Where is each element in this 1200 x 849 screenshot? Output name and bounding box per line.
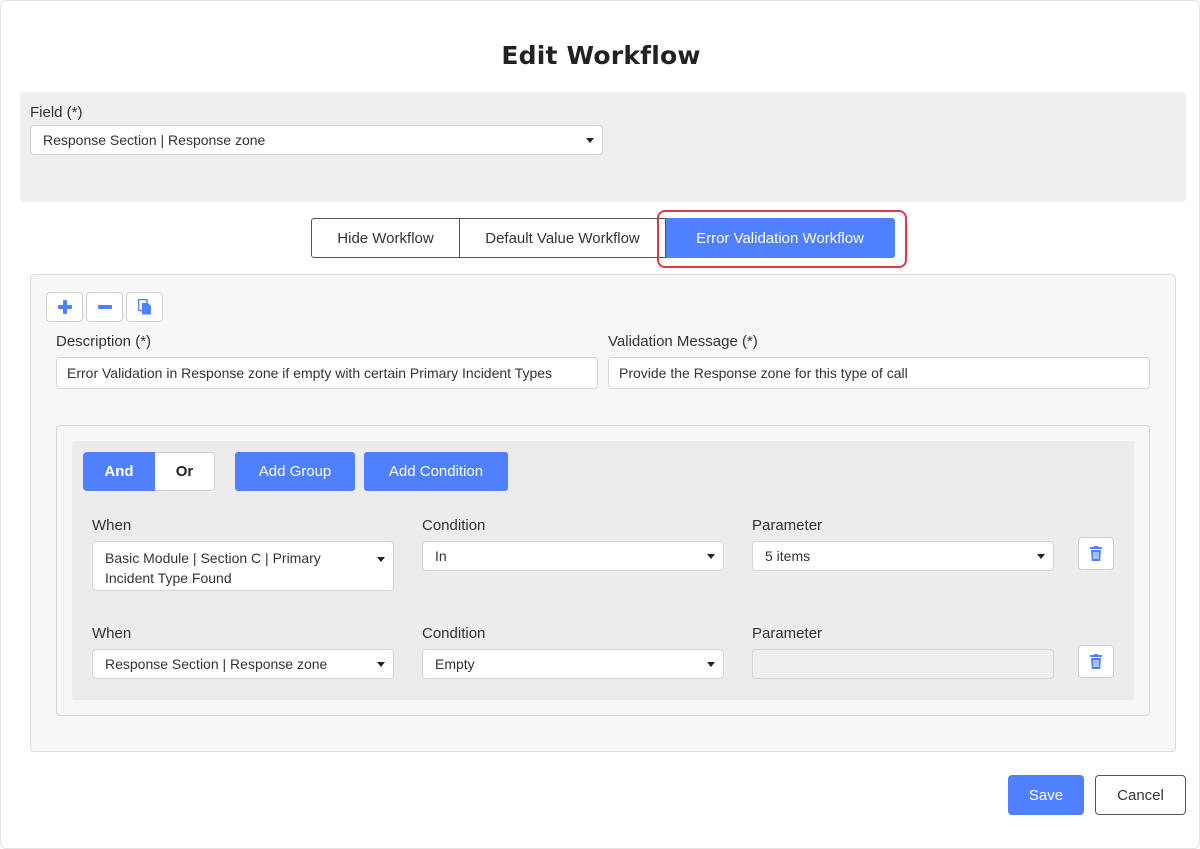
when-select-value: Response Section | Response zone <box>105 656 328 672</box>
trash-icon <box>1090 546 1102 561</box>
delete-condition-button[interactable] <box>1078 537 1114 570</box>
workflow-panel: Description (*) Error Validation in Resp… <box>30 274 1176 752</box>
when-select-value: Basic Module | Section C | Primary Incid… <box>105 550 321 586</box>
chevron-down-icon <box>586 138 594 143</box>
copy-rule-button[interactable] <box>126 292 163 322</box>
condition-label: Condition <box>422 517 486 534</box>
chevron-down-icon <box>377 662 385 667</box>
field-label: Field (*) <box>30 104 83 121</box>
condition-label: Condition <box>422 625 486 642</box>
condition-select-value: In <box>435 548 447 564</box>
plus-icon <box>57 300 72 314</box>
validation-message-label: Validation Message (*) <box>608 333 758 350</box>
chevron-down-icon <box>707 554 715 559</box>
description-input[interactable]: Error Validation in Response zone if emp… <box>56 357 598 389</box>
tab-default-value-workflow[interactable]: Default Value Workflow <box>460 218 666 258</box>
parameter-select[interactable]: 5 items <box>752 541 1054 571</box>
when-label: When <box>92 625 132 642</box>
condition-select[interactable]: Empty <box>422 649 724 679</box>
add-rule-button[interactable] <box>46 292 83 322</box>
parameter-input <box>752 649 1054 679</box>
add-group-button[interactable]: Add Group <box>235 452 355 491</box>
chevron-down-icon <box>377 557 385 562</box>
description-label: Description (*) <box>56 333 152 350</box>
parameter-label: Parameter <box>752 625 823 642</box>
validation-message-input[interactable]: Provide the Response zone for this type … <box>608 357 1150 389</box>
chevron-down-icon <box>707 662 715 667</box>
condition-group: And Or Add Group Add Condition When Basi… <box>56 425 1150 716</box>
field-select[interactable]: Response Section | Response zone <box>30 125 603 155</box>
field-select-value: Response Section | Response zone <box>43 132 266 148</box>
delete-condition-button[interactable] <box>1078 645 1114 678</box>
when-label: When <box>92 517 132 534</box>
condition-select[interactable]: In <box>422 541 724 571</box>
parameter-label: Parameter <box>752 517 823 534</box>
edit-workflow-dialog: Edit Workflow Field (*) Response Section… <box>0 0 1200 849</box>
trash-icon <box>1090 654 1102 669</box>
cancel-button[interactable]: Cancel <box>1095 775 1186 815</box>
and-or-toggle: And Or <box>83 452 215 491</box>
remove-rule-button[interactable] <box>86 292 123 322</box>
dialog-title: Edit Workflow <box>501 41 701 70</box>
and-button[interactable]: And <box>83 452 155 491</box>
field-panel: Field (*) Response Section | Response zo… <box>20 92 1186 202</box>
when-select[interactable]: Basic Module | Section C | Primary Incid… <box>92 541 394 591</box>
condition-group-body: And Or Add Group Add Condition When Basi… <box>72 441 1134 700</box>
condition-select-value: Empty <box>435 656 475 672</box>
when-select[interactable]: Response Section | Response zone <box>92 649 394 679</box>
add-condition-button[interactable]: Add Condition <box>364 452 508 491</box>
tab-hide-workflow[interactable]: Hide Workflow <box>311 218 460 258</box>
tab-highlight-outline <box>657 210 907 268</box>
save-button[interactable]: Save <box>1008 775 1084 815</box>
parameter-select-value: 5 items <box>765 548 811 564</box>
or-button[interactable]: Or <box>155 452 215 491</box>
minus-icon <box>97 300 112 314</box>
copy-icon <box>137 299 151 315</box>
chevron-down-icon <box>1037 554 1045 559</box>
